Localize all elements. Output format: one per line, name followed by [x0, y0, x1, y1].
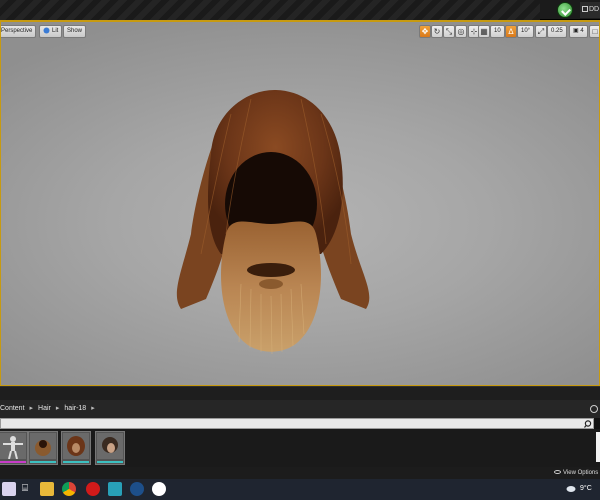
asset-type-stripe [63, 461, 89, 463]
code-icon[interactable] [130, 482, 144, 496]
asset-tile-mannequin[interactable] [0, 431, 28, 465]
translate-tool-icon[interactable]: ✥ [419, 25, 431, 38]
breadcrumb-content[interactable]: Content [0, 400, 25, 418]
build-button[interactable]: DD [580, 2, 600, 18]
search-icon[interactable] [584, 420, 593, 428]
rotate-snap-label: 10° [521, 28, 531, 34]
rotate-tool-icon[interactable]: ↻ [431, 25, 443, 38]
asset-type-stripe [30, 461, 56, 463]
content-browser-tab-strip [0, 386, 600, 400]
breadcrumb-separator-icon[interactable]: ▸ [91, 400, 95, 418]
source-control-icon[interactable] [557, 2, 573, 18]
grid-snap-icon[interactable]: ▦ [478, 25, 490, 38]
breadcrumb-hair[interactable]: Hair [38, 400, 51, 418]
hair-beard-thumbnail [30, 433, 56, 459]
hair-long-thumbnail [63, 433, 89, 459]
search-input[interactable] [0, 418, 594, 429]
file-explorer-icon[interactable] [40, 482, 54, 496]
weather-icon[interactable] [566, 484, 576, 492]
asset-grid [0, 429, 600, 467]
breadcrumb-hair-18[interactable]: hair-18 [64, 400, 86, 418]
camera-speed-button[interactable]: ▣ 4 [569, 25, 588, 38]
build-label: DD [589, 6, 600, 13]
eye-icon [554, 470, 561, 475]
grid-icon [582, 6, 588, 13]
chrome-icon[interactable] [62, 482, 76, 496]
rotate-snap-icon[interactable]: ∆ [505, 25, 517, 38]
grid-snap-value[interactable]: 10 [490, 25, 505, 38]
asset-tile-hair-beard[interactable] [28, 431, 58, 465]
breadcrumb-separator-icon[interactable]: ▸ [30, 400, 34, 418]
show-button[interactable]: Show [63, 25, 87, 38]
world-local-icon[interactable]: ◎ [455, 25, 467, 38]
show-label: Show [67, 28, 83, 34]
scale-snap-label: 0.25 [551, 28, 563, 34]
start-icon[interactable] [2, 482, 16, 496]
breadcrumb-separator-icon[interactable]: ▸ [56, 400, 60, 418]
content-browser-status: View Options [0, 467, 600, 479]
scrollbar[interactable] [596, 432, 600, 462]
perspective-label: Perspective [1, 28, 33, 34]
editor-title-bar: DD [0, 0, 600, 20]
mannequin-thumbnail [0, 433, 26, 459]
camera-speed-label: 4 [580, 28, 584, 34]
level-viewport[interactable]: Perspective Lit Show ✥ ↻ ⤡ ◎ ⊹ ▦ 10 ∆ 10… [0, 20, 600, 386]
history-icon[interactable] [590, 405, 598, 413]
lit-label: Lit [52, 28, 59, 34]
lit-icon [43, 27, 50, 34]
lit-button[interactable]: Lit [39, 25, 63, 38]
scale-snap-icon[interactable]: ⤢ [535, 25, 547, 38]
hair-short-thumbnail [97, 433, 123, 459]
scale-snap-value[interactable]: 0.25 [547, 25, 567, 38]
maximize-viewport-icon[interactable]: □ [589, 25, 599, 38]
unreal-engine-icon[interactable] [152, 482, 166, 496]
breadcrumb: Content ▸ Hair ▸ hair-18 ▸ [0, 400, 600, 418]
grid-snap-label: 10 [494, 28, 501, 34]
rotate-snap-value[interactable]: 10° [517, 25, 535, 38]
perspective-button[interactable]: Perspective [1, 25, 37, 38]
view-options-button[interactable]: View Options [554, 468, 598, 478]
hair-groom-model[interactable] [151, 84, 391, 384]
temperature-label: 9°C [580, 485, 592, 492]
windows-taskbar: ⌸ 9°C [0, 479, 600, 500]
task-view-icon[interactable]: ⌸ [18, 482, 32, 496]
asset-tile-hair-short[interactable] [95, 431, 125, 465]
asset-type-stripe [0, 461, 26, 463]
asset-tile-hair-long[interactable] [61, 431, 91, 465]
maya-icon[interactable] [108, 482, 122, 496]
view-options-label: View Options [563, 470, 599, 476]
scale-tool-icon[interactable]: ⤡ [443, 25, 455, 38]
opera-icon[interactable] [86, 482, 100, 496]
title-bar-pattern [0, 0, 540, 20]
asset-type-stripe [97, 461, 123, 463]
